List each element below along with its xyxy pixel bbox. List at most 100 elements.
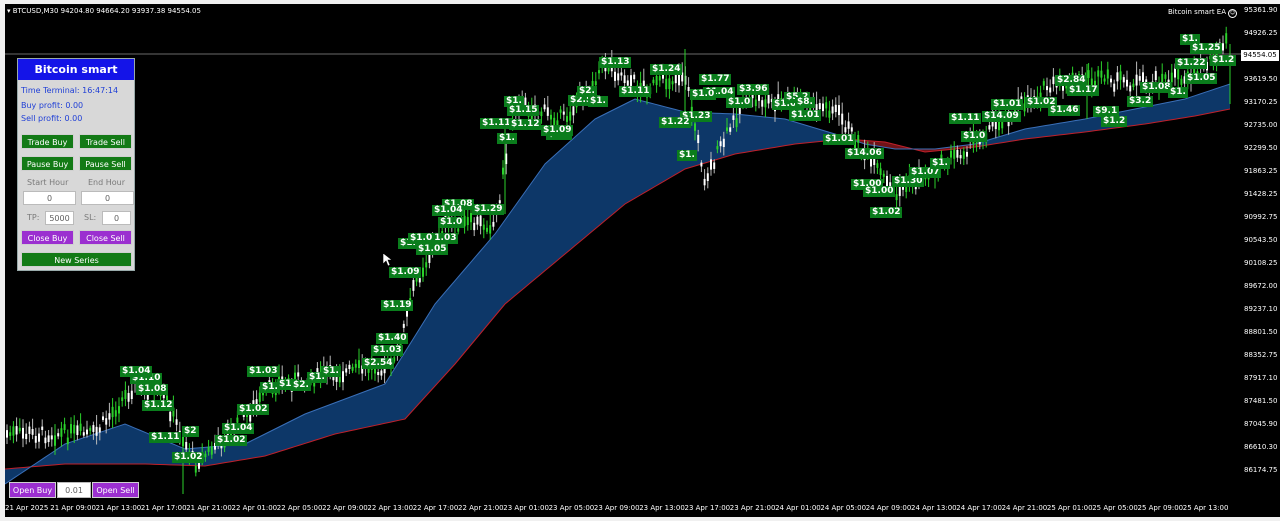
trade-sell-button[interactable]: Trade Sell bbox=[79, 134, 132, 149]
price-axis-label: 86610.30 bbox=[1244, 443, 1278, 451]
candle-body bbox=[76, 425, 79, 436]
time-axis[interactable]: 21 Apr 2025 21 Apr 09:00 21 Apr 13:00 21 Ap… bbox=[5, 501, 1280, 517]
candle-body bbox=[834, 104, 837, 113]
time-axis-label: 21 Apr 2025 bbox=[5, 504, 49, 512]
trade-buy-button[interactable]: Trade Buy bbox=[21, 134, 74, 149]
price-axis[interactable]: 95361.9094926.2594055.1393619.5093170.25… bbox=[1241, 4, 1280, 501]
candle-body bbox=[1100, 70, 1103, 78]
candle-body bbox=[543, 104, 546, 110]
candle-body bbox=[767, 94, 770, 104]
candle-body bbox=[822, 103, 824, 112]
price-axis-label: 89237.10 bbox=[1244, 305, 1278, 313]
candle-body bbox=[89, 427, 92, 431]
candle-body bbox=[838, 105, 840, 116]
profit-label: $1.11 bbox=[949, 113, 982, 124]
price-axis-label: 88352.75 bbox=[1244, 351, 1278, 359]
candle-body bbox=[457, 228, 460, 232]
lot-size-field[interactable]: 0.01 bbox=[57, 482, 91, 498]
profit-label: $1. bbox=[588, 96, 608, 107]
panel-title: Bitcoin smart bbox=[18, 59, 134, 80]
profit-label: $1.46 bbox=[1048, 105, 1081, 116]
profit-label: $1. bbox=[677, 150, 697, 161]
candle-body bbox=[66, 437, 69, 445]
time-axis-label: 23 Apr 21:00 bbox=[729, 504, 776, 512]
profit-label: $1.19 bbox=[381, 300, 414, 311]
start-hour-field[interactable]: 0 bbox=[23, 191, 76, 205]
candle-body bbox=[1170, 72, 1173, 83]
chart-area[interactable]: ▾ BTCUSD,M30 94204.80 94664.20 93937.38 … bbox=[5, 4, 1241, 501]
candle-body bbox=[492, 221, 495, 227]
candle-body bbox=[655, 75, 658, 86]
mouse-cursor-icon bbox=[382, 252, 393, 271]
candle-body bbox=[831, 106, 834, 114]
candle-body bbox=[1046, 86, 1048, 91]
profit-label: $1.77 bbox=[699, 74, 732, 85]
pause-sell-button[interactable]: Pause Sell bbox=[79, 156, 132, 171]
candle-body bbox=[1164, 74, 1167, 79]
pause-buy-button[interactable]: Pause Buy bbox=[21, 156, 74, 171]
candle-body bbox=[700, 162, 703, 167]
profit-label: $14.09 bbox=[982, 111, 1021, 122]
profit-label: $1.12 bbox=[509, 119, 542, 130]
profit-label: $1.02 bbox=[172, 452, 205, 463]
profit-label: $1. bbox=[930, 158, 950, 169]
profit-label: $1.00 bbox=[863, 186, 896, 197]
candle-body bbox=[850, 127, 853, 132]
candle-body bbox=[620, 72, 623, 76]
candle-body bbox=[572, 106, 575, 116]
candle-body bbox=[79, 423, 82, 431]
profit-label: $1.24 bbox=[650, 64, 683, 75]
candle-body bbox=[1110, 78, 1112, 83]
candle-body bbox=[412, 280, 415, 291]
sl-label: SL: bbox=[84, 213, 97, 222]
candle-body bbox=[351, 366, 354, 371]
candle-body bbox=[127, 392, 130, 402]
price-axis-label: 87917.10 bbox=[1244, 374, 1278, 382]
candle-body bbox=[1122, 77, 1125, 83]
candle-body bbox=[668, 78, 671, 90]
candle-body bbox=[1180, 78, 1183, 85]
tp-field[interactable]: 5000 bbox=[45, 211, 74, 225]
candle-body bbox=[502, 167, 504, 175]
candle-body bbox=[92, 425, 95, 432]
candle-body bbox=[466, 217, 469, 226]
candle-body bbox=[1177, 69, 1180, 80]
close-sell-button[interactable]: Close Sell bbox=[79, 230, 132, 245]
candle-body bbox=[41, 426, 44, 430]
time-axis-label: 22 Apr 09:00 bbox=[322, 504, 368, 512]
profit-label: $1.13 bbox=[599, 57, 632, 68]
close-buy-button[interactable]: Close Buy bbox=[21, 230, 74, 245]
candle-body bbox=[73, 424, 76, 434]
profit-label: $1.0 bbox=[438, 217, 465, 228]
profit-label: $1.01 bbox=[789, 110, 822, 121]
profit-label: $1. bbox=[321, 366, 341, 377]
price-axis-label: 89672.00 bbox=[1244, 282, 1278, 290]
new-series-button[interactable]: New Series bbox=[21, 252, 132, 267]
profit-label: $1.01 bbox=[823, 134, 856, 145]
profit-label: $1.11 bbox=[480, 118, 513, 129]
price-axis-label: 90108.25 bbox=[1244, 259, 1278, 267]
candle-body bbox=[1129, 85, 1132, 92]
smiley-icon[interactable]: ☺ bbox=[1228, 9, 1237, 18]
candle-body bbox=[1113, 83, 1116, 92]
candle-body bbox=[28, 426, 31, 434]
ea-name-label: Bitcoin smart EA ☺ bbox=[1168, 8, 1237, 18]
candle-body bbox=[63, 424, 66, 431]
candle-body bbox=[566, 116, 568, 122]
candle-body bbox=[34, 435, 37, 443]
open-sell-button[interactable]: Open Sell bbox=[92, 482, 139, 498]
time-axis-label: 23 Apr 17:00 bbox=[684, 504, 731, 512]
end-hour-label: End Hour bbox=[88, 178, 126, 187]
candle-body bbox=[665, 78, 668, 90]
candle-body bbox=[879, 168, 882, 175]
candle-body bbox=[194, 465, 197, 473]
time-axis-label: 21 Apr 17:00 bbox=[140, 504, 187, 512]
sl-field[interactable]: 0 bbox=[102, 211, 131, 225]
candle-body bbox=[204, 453, 207, 458]
open-buy-button[interactable]: Open Buy bbox=[9, 482, 56, 498]
price-axis-label: 94926.25 bbox=[1244, 29, 1278, 37]
end-hour-field[interactable]: 0 bbox=[81, 191, 134, 205]
profit-label: $2 bbox=[182, 426, 199, 437]
candle-body bbox=[559, 109, 562, 113]
profit-label: $1.05 bbox=[1185, 73, 1218, 84]
